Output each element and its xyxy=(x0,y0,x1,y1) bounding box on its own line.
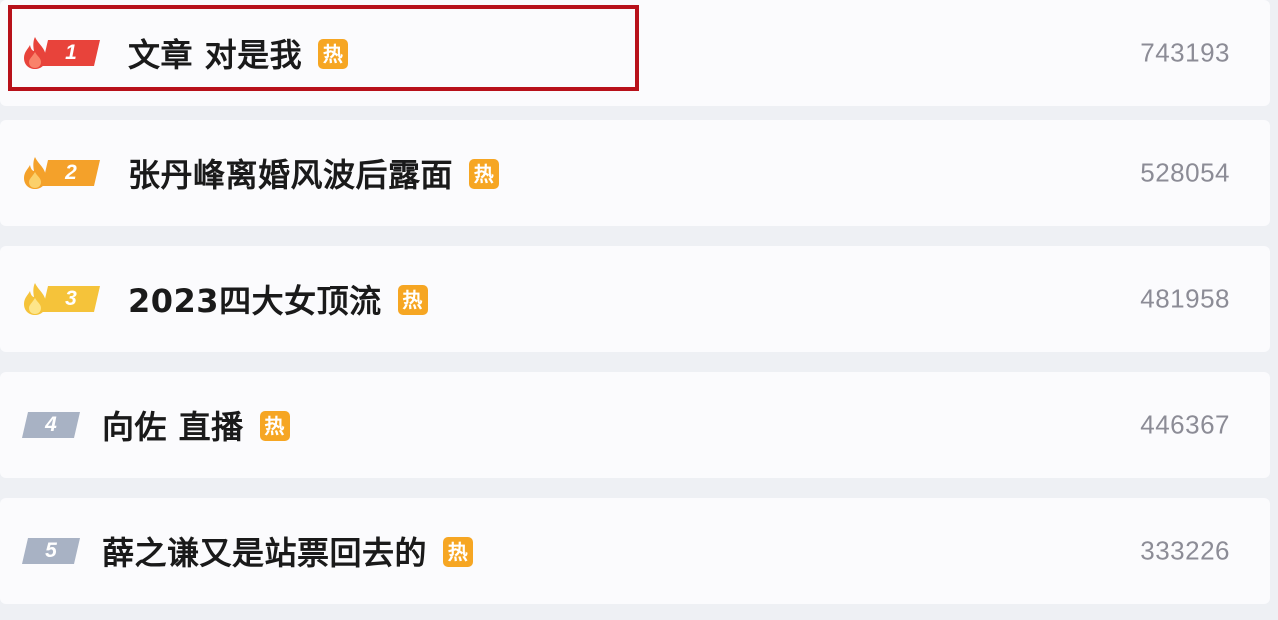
search-count: 528054 xyxy=(1140,157,1230,188)
item-title-text[interactable]: 张丹峰离婚风波后露面 xyxy=(128,156,453,194)
rank-indicator: 3 xyxy=(22,281,100,317)
flame-icon xyxy=(24,283,46,315)
item-title-text[interactable]: 2023四大女顶流 xyxy=(128,282,382,320)
hot-tag: 热 xyxy=(397,285,428,315)
item-title-text[interactable]: 文章 对是我 xyxy=(128,36,302,74)
list-item[interactable]: 2 张丹峰离婚风波后露面热 528054 xyxy=(0,120,1270,226)
rank-indicator: 4 xyxy=(22,407,80,443)
rank-badge: 4 xyxy=(22,412,80,438)
rank-number: 3 xyxy=(65,287,77,310)
hot-tag: 热 xyxy=(259,411,290,441)
flame-icon xyxy=(24,37,46,69)
rank-number: 2 xyxy=(65,161,77,184)
search-count: 743193 xyxy=(1140,37,1230,68)
list-item[interactable]: 5 薛之谦又是站票回去的热 333226 xyxy=(0,498,1270,604)
rank-badge: 1 xyxy=(42,40,100,66)
item-title[interactable]: 张丹峰离婚风波后露面热 xyxy=(128,150,500,196)
search-count: 446367 xyxy=(1140,409,1230,440)
item-title[interactable]: 2023四大女顶流热 xyxy=(128,276,428,322)
item-title-text[interactable]: 薛之谦又是站票回去的 xyxy=(102,534,427,572)
rank-badge: 5 xyxy=(22,538,80,564)
hot-search-list: 1 文章 对是我热 743193 2 张丹峰离婚风波后露面热 528054 3 … xyxy=(0,0,1278,620)
list-item[interactable]: 1 文章 对是我热 743193 xyxy=(0,0,1270,106)
rank-badge: 2 xyxy=(42,160,100,186)
flame-icon xyxy=(24,157,46,189)
list-item[interactable]: 4 向佐 直播热 446367 xyxy=(0,372,1270,478)
list-item[interactable]: 3 2023四大女顶流热 481958 xyxy=(0,246,1270,352)
item-title[interactable]: 薛之谦又是站票回去的热 xyxy=(102,528,474,574)
rank-number: 1 xyxy=(65,41,77,64)
search-count: 481958 xyxy=(1140,283,1230,314)
item-title[interactable]: 文章 对是我热 xyxy=(128,30,349,76)
item-title[interactable]: 向佐 直播热 xyxy=(102,402,290,448)
hot-tag: 热 xyxy=(469,159,500,189)
item-title-text[interactable]: 向佐 直播 xyxy=(102,408,244,446)
rank-badge: 3 xyxy=(42,286,100,312)
hot-tag: 热 xyxy=(318,39,349,69)
hot-tag: 热 xyxy=(443,537,474,567)
rank-indicator: 1 xyxy=(22,35,100,71)
rank-number: 5 xyxy=(45,539,57,562)
search-count: 333226 xyxy=(1140,535,1230,566)
rank-indicator: 5 xyxy=(22,533,80,569)
rank-indicator: 2 xyxy=(22,155,100,191)
rank-number: 4 xyxy=(45,413,57,436)
